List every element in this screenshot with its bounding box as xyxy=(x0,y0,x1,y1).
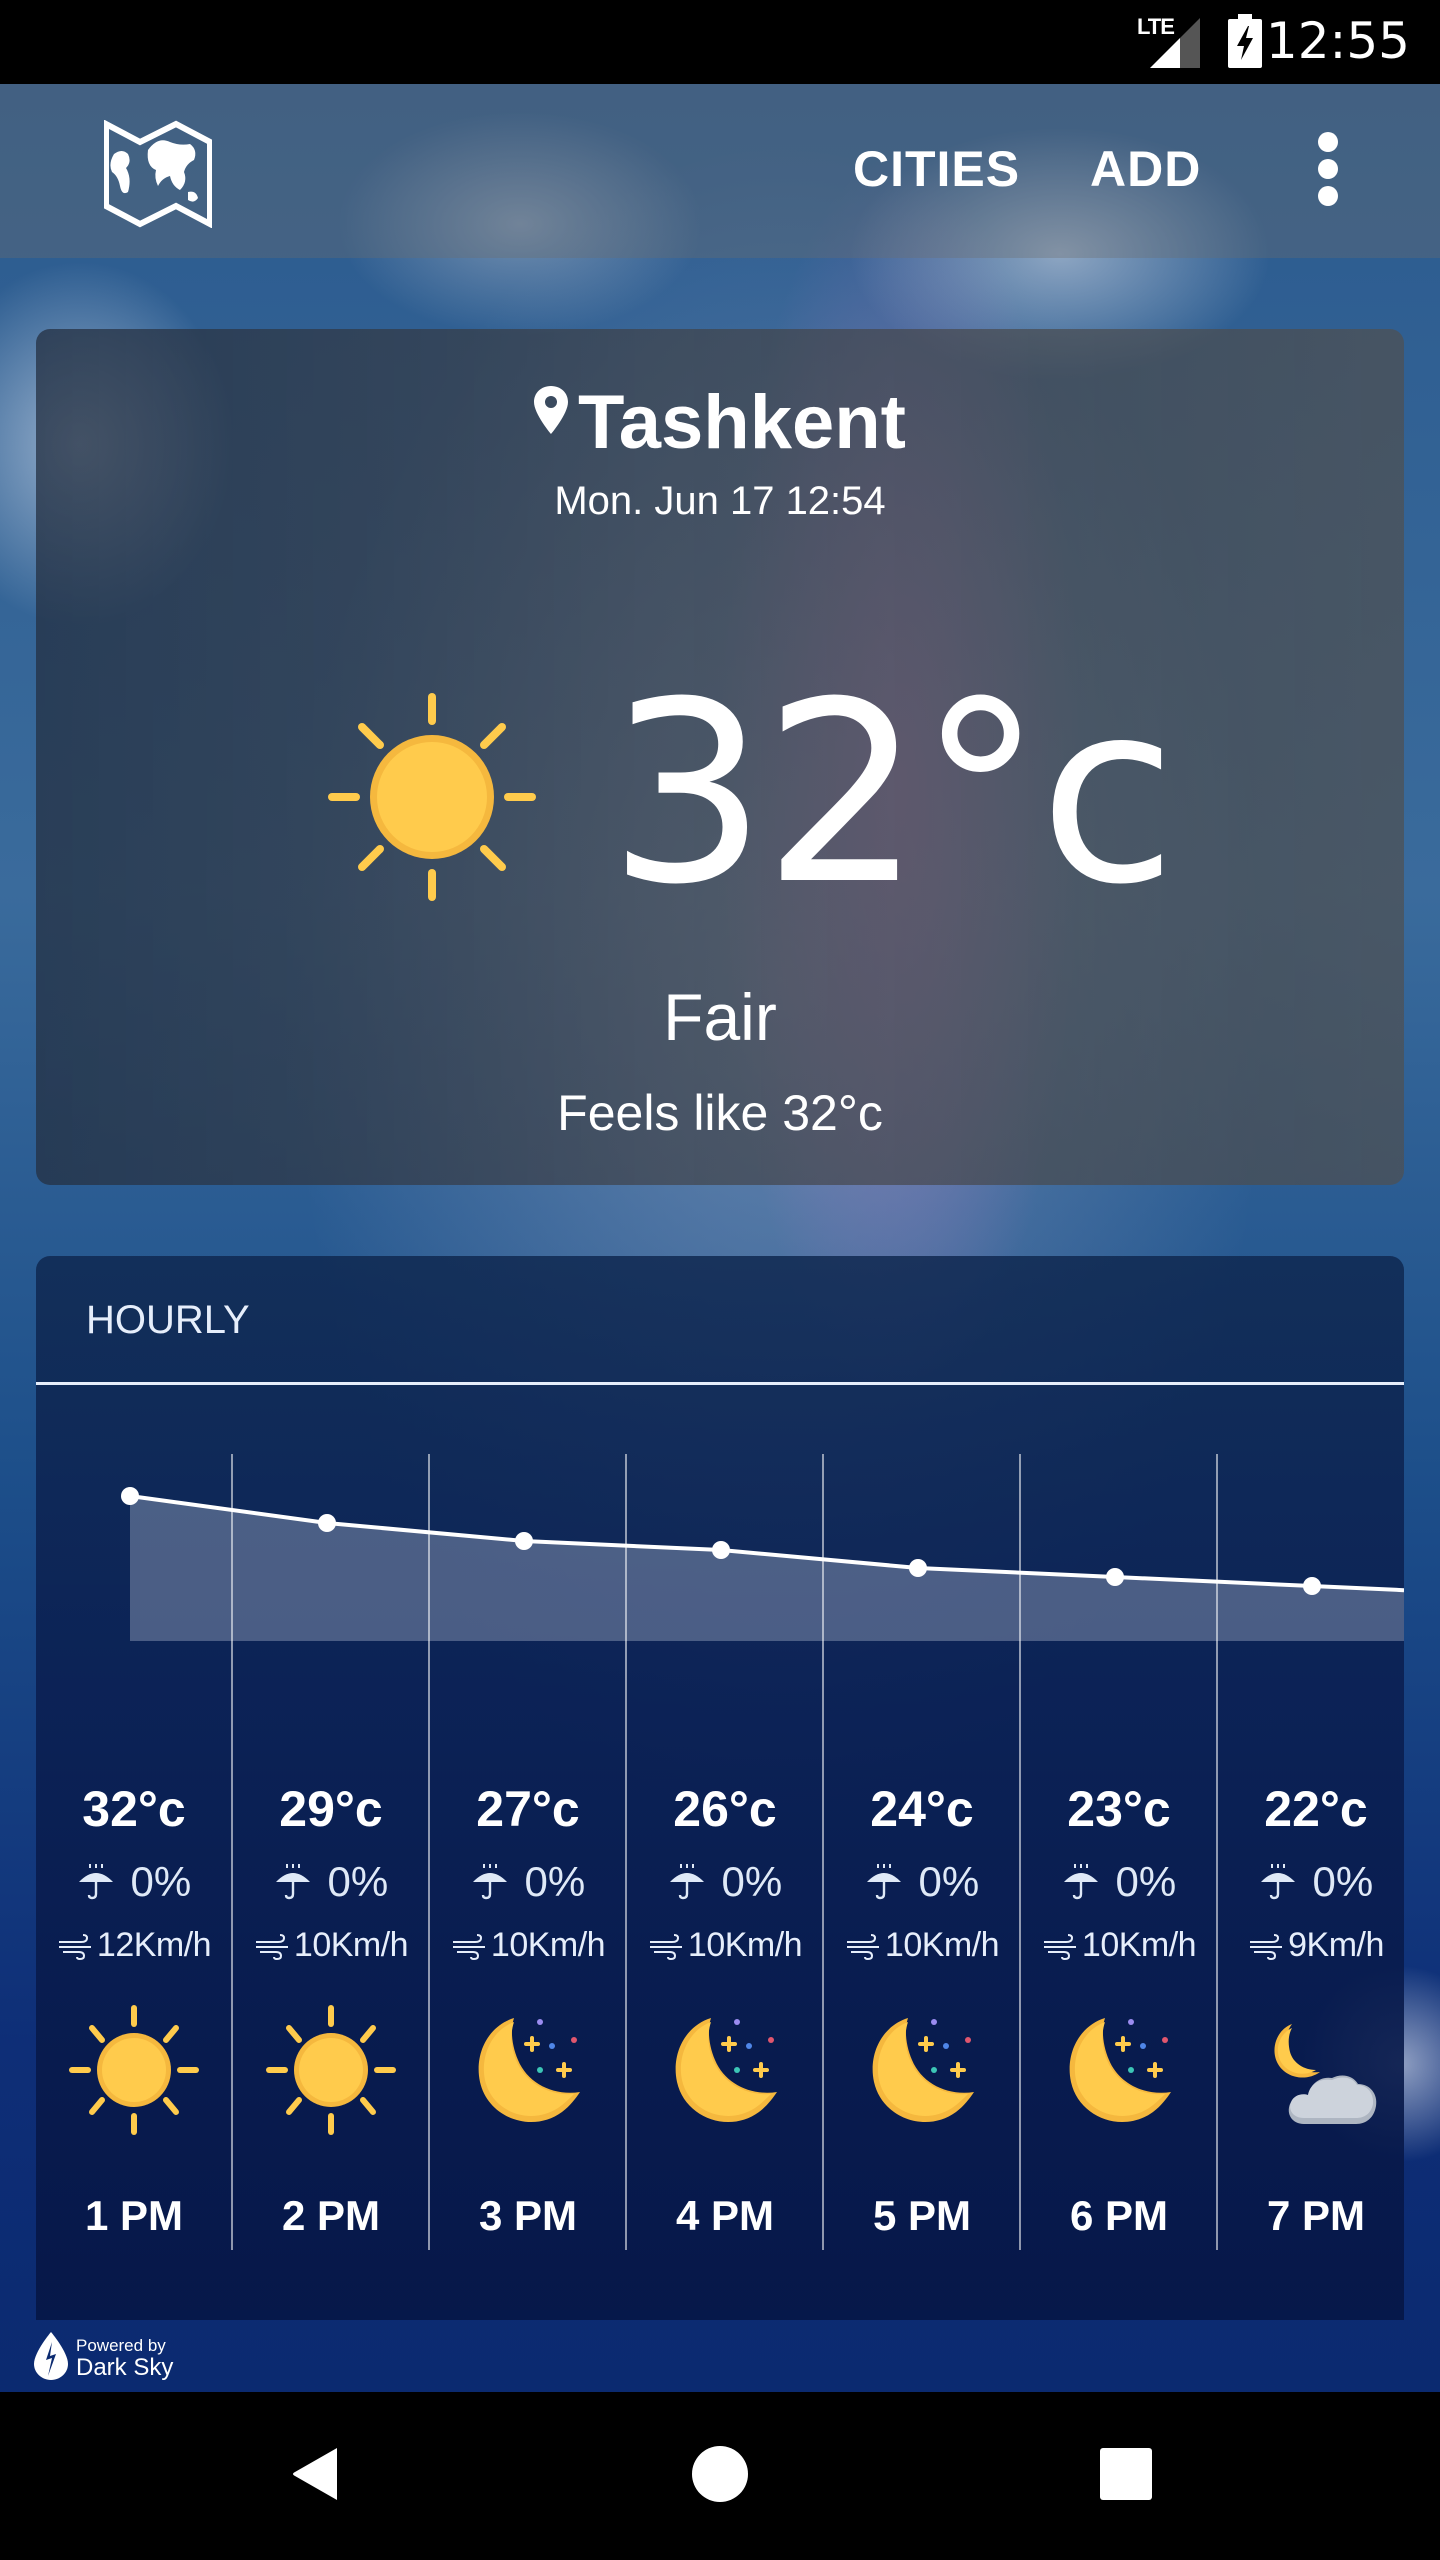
wind-icon xyxy=(1250,1934,1283,1961)
hourly-precip: 0% xyxy=(233,1858,429,1918)
chart-point-3-pm xyxy=(515,1532,533,1550)
hourly-temperature-chart xyxy=(121,1487,1404,1641)
sun-icon xyxy=(328,693,536,901)
hourly-title: HOURLY xyxy=(86,1298,250,1342)
umbrella-icon xyxy=(1063,1864,1098,1900)
signal-icon xyxy=(1150,18,1200,68)
hourly-temp: 22°c xyxy=(1264,1781,1368,1837)
current-condition: Fair xyxy=(663,980,777,1054)
hourly-weather-icon xyxy=(1246,2000,1386,2140)
hourly-wind: 10Km/h xyxy=(1021,1926,1217,1976)
hourly-temp: 24°c xyxy=(870,1781,974,1837)
hourly-item[interactable]: 26°c 0% 10Km/h 4 PM xyxy=(627,1780,823,2240)
battery-charging-icon xyxy=(1228,14,1262,68)
city-name: Tashkent xyxy=(577,380,906,465)
back-icon[interactable] xyxy=(285,2444,345,2504)
wind-icon xyxy=(58,1934,91,1961)
umbrella-icon xyxy=(669,1864,704,1900)
more-vertical-icon[interactable] xyxy=(1310,132,1346,212)
hourly-temp: 23°c xyxy=(1067,1781,1171,1837)
hourly-temp: 32°c xyxy=(82,1781,186,1837)
hourly-item[interactable]: 27°c 0% 10Km/h 3 PM xyxy=(430,1780,626,2240)
umbrella-icon xyxy=(78,1864,113,1900)
chart-point-7-pm xyxy=(1303,1577,1321,1595)
hourly-temp: 29°c xyxy=(279,1781,383,1837)
wind-icon xyxy=(649,1934,682,1961)
hourly-divider xyxy=(36,1382,1404,1385)
hourly-wind: 10Km/h xyxy=(430,1926,626,1976)
hourly-time: 1 PM xyxy=(84,2192,184,2239)
moon-stars-icon xyxy=(478,2018,580,2123)
current-weather-card: Tashkent Mon. Jun 17 12:54 32°c Fair Fee… xyxy=(36,329,1404,1185)
hourly-precip: 0% xyxy=(627,1858,823,1918)
hourly-precip: 0% xyxy=(36,1858,232,1918)
moon-stars-icon xyxy=(675,2018,777,2123)
status-time: 12:55 xyxy=(1265,12,1410,70)
hourly-item[interactable]: 29°c 0% 10Km/h 2 PM xyxy=(233,1780,429,2240)
powered-by-label: Powered by xyxy=(76,2336,166,2355)
world-map-icon[interactable] xyxy=(104,120,212,228)
cities-button[interactable]: CITIES xyxy=(853,140,1020,198)
hourly-precip: 0% xyxy=(824,1858,1020,1918)
hourly-temp: 27°c xyxy=(476,1781,580,1837)
wind-icon xyxy=(846,1934,879,1961)
chart-point-4-pm xyxy=(712,1541,730,1559)
hourly-weather-icon xyxy=(655,2000,795,2140)
umbrella-icon xyxy=(472,1864,507,1900)
hourly-weather-icon xyxy=(852,2000,992,2140)
recents-icon[interactable] xyxy=(1098,2444,1158,2504)
chart-point-1-pm xyxy=(121,1487,139,1505)
hourly-wind: 9Km/h xyxy=(1218,1926,1414,1976)
hourly-item[interactable]: 32°c 0% 12Km/h 1 PM xyxy=(36,1780,232,2240)
umbrella-icon xyxy=(866,1864,901,1900)
hourly-weather-icon xyxy=(1049,2000,1189,2140)
hourly-time: 7 PM xyxy=(1266,2192,1366,2239)
moon-cloud-icon xyxy=(1274,2024,1377,2124)
chart-point-5-pm xyxy=(909,1559,927,1577)
hourly-time: 3 PM xyxy=(478,2192,578,2239)
hourly-time: 2 PM xyxy=(281,2192,381,2239)
hourly-wind: 10Km/h xyxy=(824,1926,1020,1976)
hourly-time: 6 PM xyxy=(1069,2192,1169,2239)
hourly-precip: 0% xyxy=(1021,1858,1217,1918)
moon-stars-icon xyxy=(872,2018,974,2123)
moon-stars-icon xyxy=(1069,2018,1171,2123)
wind-icon xyxy=(255,1934,288,1961)
hourly-item[interactable]: 23°c 0% 10Km/h 6 PM xyxy=(1021,1780,1217,2240)
umbrella-icon xyxy=(275,1864,310,1900)
app-bar: CITIES ADD xyxy=(0,84,1440,258)
umbrella-icon xyxy=(1260,1864,1295,1900)
chart-point-2-pm xyxy=(318,1514,336,1532)
navigation-bar xyxy=(0,2392,1440,2560)
hourly-time: 5 PM xyxy=(872,2192,972,2239)
hourly-wind: 12Km/h xyxy=(36,1926,232,1976)
hourly-temp: 26°c xyxy=(673,1781,777,1837)
sun-icon xyxy=(69,2005,199,2135)
hourly-precip: 0% xyxy=(430,1858,626,1918)
wind-icon xyxy=(452,1934,485,1961)
chart-point-6-pm xyxy=(1106,1568,1124,1586)
hourly-wind: 10Km/h xyxy=(627,1926,823,1976)
provider-name: Dark Sky xyxy=(76,2354,174,2381)
current-temperature: 32°c xyxy=(608,648,1177,939)
hourly-wind: 10Km/h xyxy=(233,1926,429,1976)
wind-icon xyxy=(1043,1934,1076,1961)
home-icon[interactable] xyxy=(690,2444,750,2504)
hourly-item[interactable]: 24°c 0% 10Km/h 5 PM xyxy=(824,1780,1020,2240)
current-datetime: Mon. Jun 17 12:54 xyxy=(554,479,886,523)
hourly-weather-icon xyxy=(458,2000,598,2140)
hourly-weather-icon xyxy=(64,2000,204,2140)
hourly-weather-icon xyxy=(261,2000,401,2140)
dark-sky-logo-icon xyxy=(34,2332,68,2380)
feels-like: Feels like 32°c xyxy=(557,1085,883,1141)
location-pin-icon xyxy=(533,386,568,434)
status-bar: LTE 12:55 xyxy=(0,0,1440,84)
city-header: Tashkent xyxy=(36,379,1404,466)
hourly-item[interactable]: 22°c 0% 9Km/h 7 PM xyxy=(1218,1780,1414,2240)
add-button[interactable]: ADD xyxy=(1090,140,1201,198)
hourly-time: 4 PM xyxy=(675,2192,775,2239)
sun-icon xyxy=(266,2005,396,2135)
hourly-precip: 0% xyxy=(1218,1858,1414,1918)
